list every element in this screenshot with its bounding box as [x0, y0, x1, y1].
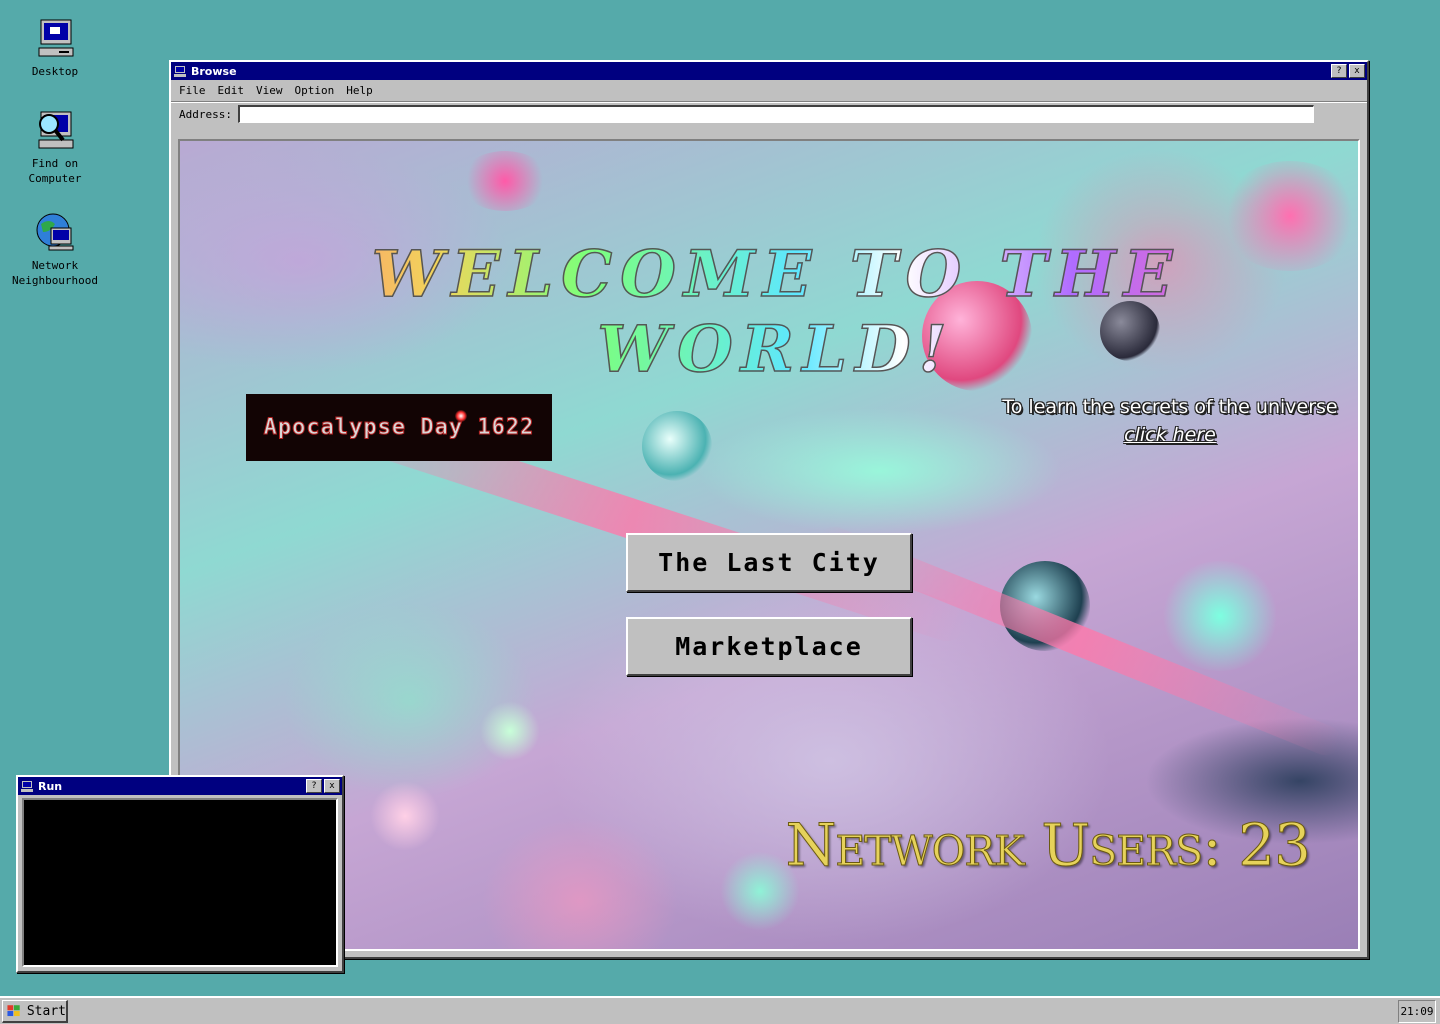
icon-label: Find on Computer — [28, 157, 82, 185]
run-console[interactable] — [22, 798, 338, 967]
icon-label: Network Neighbourhood — [11, 259, 99, 287]
desktop-icon-desktop[interactable]: Desktop — [7, 16, 103, 79]
browse-titlebar[interactable]: Browse ? x — [171, 62, 1367, 80]
start-label: Start — [26, 1003, 66, 1019]
browse-window: Browse ? x File Edit View Option Help Ad… — [169, 60, 1369, 959]
help-button[interactable]: ? — [1331, 64, 1347, 78]
network-users-label: Network Users: — [785, 811, 1222, 880]
secrets-link[interactable]: click here — [1124, 424, 1216, 446]
apocalypse-day-banner[interactable]: Apocalypse Day 1622 — [246, 394, 552, 461]
web-page-viewport: Welcome to the World! Apocalypse Day 162… — [178, 139, 1360, 951]
run-titlebar[interactable]: Run ? x — [18, 777, 342, 795]
menu-edit[interactable]: Edit — [218, 84, 245, 97]
network-globe-icon — [33, 210, 77, 254]
the-last-city-button[interactable]: The Last City — [626, 533, 912, 592]
banner-text: Apocalypse Day 1622 — [263, 415, 535, 441]
decorative-bubble — [1160, 561, 1280, 671]
secrets-text: To learn the secrets of the universe — [1002, 396, 1338, 418]
secrets-text-block: To learn the secrets of the universe cli… — [1000, 393, 1340, 449]
decorative-bubble — [480, 701, 540, 761]
start-button[interactable]: Start — [2, 1000, 68, 1023]
address-bar: Address: — [171, 102, 1367, 125]
decorative-bubble — [460, 151, 550, 211]
window-title: Run — [38, 779, 63, 793]
menu-view[interactable]: View — [256, 84, 283, 97]
red-star-icon — [455, 410, 467, 422]
marketplace-button[interactable]: Marketplace — [626, 617, 912, 676]
menu-help[interactable]: Help — [346, 84, 373, 97]
welcome-heading: Welcome to the World! — [246, 236, 1306, 388]
window-computer-icon — [21, 780, 33, 792]
desktop-icon-find[interactable]: Find on Computer — [7, 108, 103, 186]
close-button[interactable]: x — [1349, 64, 1365, 78]
desktop-icon-network[interactable]: Network Neighbourhood — [7, 210, 103, 288]
menu-file[interactable]: File — [179, 84, 206, 97]
address-input[interactable] — [237, 105, 1314, 123]
menu-option[interactable]: Option — [295, 84, 335, 97]
network-users-display: Network Users: 23 — [650, 811, 1312, 880]
network-users-count: 23 — [1238, 811, 1312, 880]
search-computer-icon — [33, 108, 77, 152]
windows-logo-icon — [7, 1005, 20, 1017]
window-title: Browse — [191, 64, 237, 78]
menu-bar: File Edit View Option Help — [171, 80, 1367, 102]
taskbar-clock: 21:09 — [1398, 1000, 1436, 1023]
close-button[interactable]: x — [324, 779, 340, 793]
taskbar: Start 21:09 — [0, 996, 1440, 1024]
decorative-bubble — [642, 411, 712, 481]
decorative-bubble — [370, 781, 440, 851]
help-button[interactable]: ? — [306, 779, 322, 793]
address-label: Address: — [179, 107, 232, 121]
computer-icon — [33, 16, 77, 60]
icon-label: Desktop — [31, 65, 79, 78]
window-computer-icon — [174, 65, 186, 77]
run-window: Run ? x — [16, 775, 344, 973]
